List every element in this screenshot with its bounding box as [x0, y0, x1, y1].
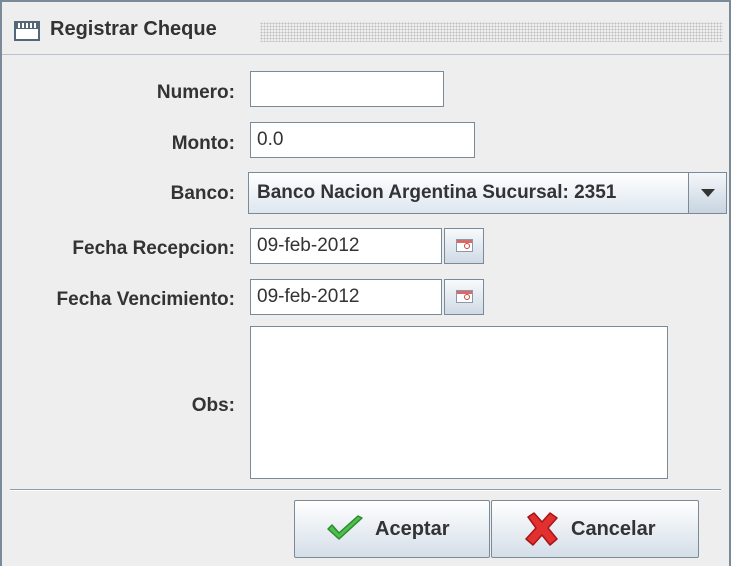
monto-label: Monto: [171, 133, 235, 154]
title-bar-grip [260, 22, 723, 42]
obs-label: Obs: [191, 395, 235, 416]
banco-label: Banco: [170, 183, 235, 204]
calendar-icon [456, 239, 473, 252]
banco-select[interactable]: Banco Nacion Argentina Sucursal: 2351 [248, 172, 727, 214]
cancelar-button[interactable]: Cancelar [491, 500, 699, 558]
fecha-recepcion-input[interactable]: 09-feb-2012 [250, 228, 442, 264]
separator [10, 489, 721, 491]
calendar-icon [456, 290, 473, 303]
fecha-recepcion-calendar-button[interactable] [444, 228, 484, 264]
title-bar[interactable]: Registrar Cheque [2, 2, 729, 55]
fecha-recepcion-label: Fecha Recepcion: [72, 238, 235, 259]
window-icon [14, 21, 40, 41]
obs-textarea[interactable] [250, 326, 668, 479]
window-title: Registrar Cheque [50, 18, 217, 40]
cancelar-label: Cancelar [571, 518, 656, 540]
numero-label: Numero: [156, 82, 235, 103]
monto-input[interactable]: 0.0 [250, 122, 475, 158]
aceptar-label: Aceptar [375, 518, 450, 540]
fecha-vencimiento-label: Fecha Vencimiento: [56, 289, 235, 310]
chevron-down-icon [701, 189, 715, 197]
fecha-vencimiento-input[interactable]: 09-feb-2012 [250, 279, 442, 315]
numero-input[interactable] [250, 71, 444, 107]
aceptar-button[interactable]: Aceptar [294, 500, 490, 558]
cross-icon [525, 512, 558, 546]
checkmark-icon [327, 515, 363, 540]
fecha-vencimiento-calendar-button[interactable] [444, 279, 484, 315]
banco-dropdown-button[interactable] [688, 173, 726, 213]
dialog-window: Registrar Cheque Numero: Monto: 0.0 Banc… [0, 0, 731, 566]
banco-selected-value: Banco Nacion Argentina Sucursal: 2351 [257, 182, 617, 203]
